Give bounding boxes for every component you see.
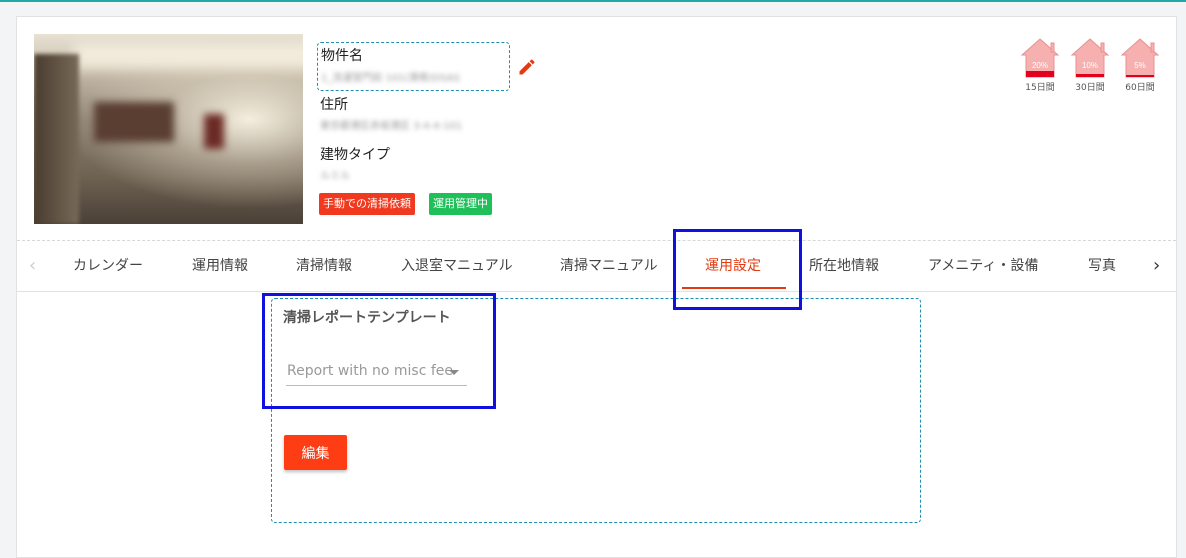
property-photo <box>34 34 303 224</box>
building-type-value: ルミル <box>320 171 350 182</box>
tab-cleaning-manual[interactable]: 清掃マニュアル <box>560 241 658 291</box>
house-icon: 20% <box>1020 38 1060 78</box>
house-icon: 10% <box>1070 38 1110 78</box>
tab-cleaning-info[interactable]: 清掃情報 <box>296 241 352 291</box>
property-card: 物件名 1_洗濯室門前 101(港南)DSAS 住所 東京都港区赤坂港区 3-4… <box>16 16 1177 558</box>
occupancy-days: 15日間 <box>1025 83 1055 93</box>
occupancy-percent: 5% <box>1134 61 1146 70</box>
managed-status-badge: 運用管理中 <box>429 193 492 215</box>
building-type-label: 建物タイプ <box>320 147 390 163</box>
tab-photos[interactable]: 写真 <box>1088 241 1116 291</box>
edit-button[interactable]: 編集 <box>284 435 347 470</box>
tab-check-in-manual[interactable]: 入退室マニュアル <box>401 241 513 291</box>
manual-cleaning-badge: 手動での清掃依頼 <box>319 193 415 215</box>
highlight-box-template <box>262 293 496 409</box>
address-value: 東京都港区赤坂港区 3-4-4-101 <box>320 121 463 132</box>
occupancy-60-days: 5% 60日間 <box>1119 37 1161 97</box>
occupancy-percent: 20% <box>1032 61 1048 70</box>
address-label: 住所 <box>320 97 348 113</box>
occupancy-fill <box>1126 75 1154 77</box>
tab-amenities[interactable]: アメニティ・設備 <box>928 241 1038 291</box>
top-accent-line <box>0 0 1186 2</box>
tab-calendar[interactable]: カレンダー <box>73 241 143 291</box>
tab-bar: ‹ カレンダー 運用情報 清掃情報 入退室マニュアル 清掃マニュアル 運用設定 … <box>17 241 1176 292</box>
property-name-value: 1_洗濯室門前 101(港南)DSAS <box>321 73 460 84</box>
edit-pencil-icon[interactable] <box>517 57 537 77</box>
occupancy-fill <box>1076 74 1104 77</box>
occupancy-days: 30日間 <box>1075 83 1105 93</box>
occupancy-fill <box>1026 71 1054 77</box>
tab-scroll-left-icon[interactable]: ‹ <box>29 241 36 291</box>
occupancy-15-days: 20% 15日間 <box>1019 37 1061 97</box>
house-icon: 5% <box>1120 38 1160 78</box>
occupancy-days: 60日間 <box>1125 83 1155 93</box>
occupancy-30-days: 10% 30日間 <box>1069 37 1111 97</box>
tab-operation-info[interactable]: 運用情報 <box>192 241 248 291</box>
tab-location-info[interactable]: 所在地情報 <box>809 241 879 291</box>
tab-scroll-right-icon[interactable]: › <box>1153 241 1160 291</box>
highlight-box-tab <box>673 229 802 310</box>
property-name-label: 物件名 <box>321 48 363 64</box>
occupancy-percent: 10% <box>1082 61 1098 70</box>
